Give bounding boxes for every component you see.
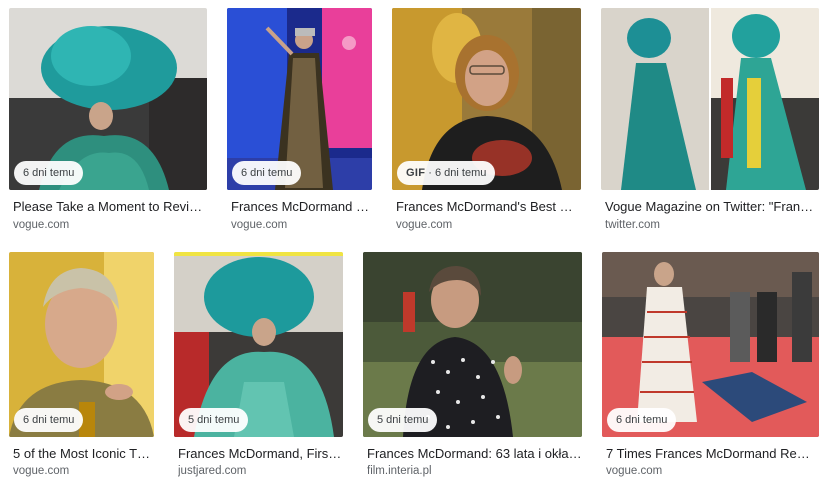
result-title[interactable]: 5 of the Most Iconic Th… [13,446,154,462]
result-card[interactable]: Vogue Magazine on Twitter: "France… twit… [601,8,819,238]
result-card[interactable]: 5 dni temu Frances McDormand, First '… j… [174,252,343,482]
result-thumbnail[interactable]: 6 dni temu [602,252,819,437]
result-card[interactable]: 6 dni temu Please Take a Moment to Revis… [9,8,207,238]
gif-label: GIF [406,167,426,179]
result-card[interactable]: 6 dni temu 5 of the Most Iconic Th… vogu… [9,252,154,482]
result-thumbnail[interactable]: 5 dni temu [363,252,582,437]
result-source[interactable]: twitter.com [605,218,819,232]
result-thumbnail[interactable] [601,8,819,190]
result-source[interactable]: vogue.com [231,218,372,232]
result-source[interactable]: justjared.com [178,464,343,478]
result-card[interactable]: GIF · 6 dni temu Frances McDormand's Bes… [392,8,581,238]
result-title[interactable]: 7 Times Frances McDormand Rewro… [606,446,819,462]
result-source[interactable]: vogue.com [13,464,154,478]
result-title[interactable]: Frances McDormand R… [231,199,372,215]
result-thumbnail[interactable]: 5 dni temu [174,252,343,437]
date-badge: 6 dni temu [14,408,84,432]
date-badge: 6 dni temu [14,161,84,185]
result-thumbnail[interactable]: 6 dni temu [9,252,154,437]
result-card[interactable]: 5 dni temu Frances McDormand: 63 lata i … [363,252,582,482]
result-source[interactable]: film.interia.pl [367,464,582,478]
result-title[interactable]: Please Take a Moment to Revisit… [13,199,207,215]
result-title[interactable]: Frances McDormand: 63 lata i okład… [367,446,582,462]
result-card[interactable]: 6 dni temu Frances McDormand R… vogue.co… [227,8,372,238]
result-title[interactable]: Frances McDormand's Best Rul… [396,199,581,215]
result-title[interactable]: Frances McDormand, First '… [178,446,343,462]
result-source[interactable]: vogue.com [396,218,581,232]
date-badge: GIF · 6 dni temu [397,161,496,185]
date-badge: 6 dni temu [607,408,677,432]
result-thumbnail[interactable]: GIF · 6 dni temu [392,8,581,190]
date-badge: 5 dni temu [179,408,249,432]
result-source[interactable]: vogue.com [13,218,207,232]
result-source[interactable]: vogue.com [606,464,819,478]
result-card[interactable]: 6 dni temu 7 Times Frances McDormand Rew… [602,252,819,482]
teal-gown-collage-image [601,8,819,190]
result-thumbnail[interactable]: 6 dni temu [227,8,372,190]
date-badge: 5 dni temu [368,408,438,432]
date-badge: 6 dni temu [232,161,302,185]
result-thumbnail[interactable]: 6 dni temu [9,8,207,190]
result-title[interactable]: Vogue Magazine on Twitter: "France… [605,199,819,215]
